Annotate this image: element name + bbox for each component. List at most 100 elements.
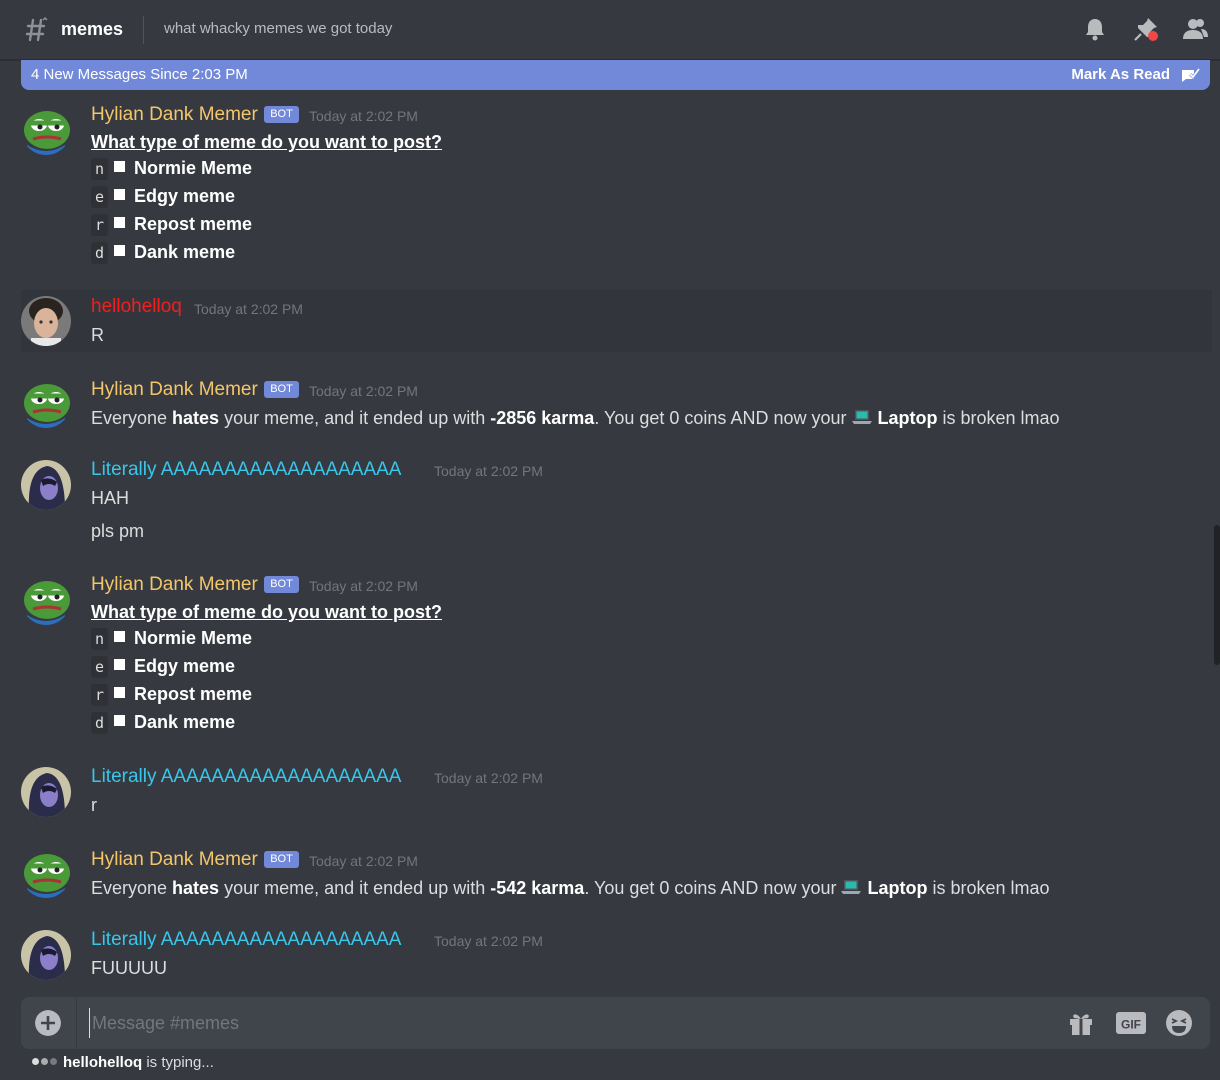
meme-question: What type of meme do you want to post?	[91, 602, 442, 622]
members-icon[interactable]	[1182, 16, 1208, 42]
option-label: Edgy meme	[134, 186, 236, 206]
typing-suffix: is typing...	[142, 1054, 214, 1071]
typing-indicator: hellohelloq is typing...	[32, 1054, 214, 1071]
message-text: Everyone hates your meme, and it ended u…	[91, 878, 1050, 898]
text-channel-icon	[25, 16, 48, 42]
option-item: r Repost meme	[91, 684, 252, 706]
message-text: Everyone hates your meme, and it ended u…	[91, 408, 1060, 428]
option-label: Repost meme	[134, 214, 253, 234]
message-input[interactable]	[89, 1008, 989, 1038]
new-messages-text[interactable]: 4 New Messages Since 2:03 PM	[31, 66, 248, 83]
typing-user: hellohelloq	[63, 1054, 143, 1071]
message-group: Literally AAAAAAAAAAAAAAAAAAA Today at 2…	[0, 922, 1212, 987]
option-label: Normie Meme	[134, 158, 253, 178]
author-name[interactable]: Literally AAAAAAAAAAAAAAAAAAA	[91, 929, 402, 951]
timestamp: Today at 2:02 PM	[309, 853, 418, 869]
gift-icon[interactable]	[1067, 1009, 1095, 1037]
message-group: Hylian Dank Memer BOT Today at 2:02 PM E…	[0, 370, 1212, 440]
typing-dot	[50, 1058, 57, 1065]
author-name[interactable]: Literally AAAAAAAAAAAAAAAAAAA	[91, 459, 402, 481]
avatar[interactable]	[21, 575, 71, 625]
avatar[interactable]	[21, 848, 71, 898]
upload-plus-icon[interactable]	[35, 1010, 61, 1036]
channel-header: memes what whacky memes we got today	[0, 0, 1220, 60]
option-item: r Repost meme	[91, 214, 252, 236]
bot-tag: BOT	[264, 381, 299, 398]
message-text: r	[91, 795, 97, 815]
message-text: pls pm	[91, 521, 145, 541]
option-key: n	[91, 158, 109, 180]
pepe-avatar-icon	[21, 378, 71, 428]
avatar[interactable]	[21, 296, 71, 346]
message-composer: GIF	[21, 997, 1210, 1049]
user-photo-avatar-icon	[21, 296, 71, 346]
message-group: Hylian Dank Memer BOT Today at 2:02 PM W…	[0, 95, 1212, 275]
mark-read-icon[interactable]	[1180, 65, 1200, 85]
typing-dot	[32, 1058, 39, 1065]
gif-label: GIF	[1121, 1018, 1141, 1032]
timestamp: Today at 2:02 PM	[434, 770, 543, 786]
meme-question: What type of meme do you want to post?	[91, 132, 442, 152]
option-key: n	[91, 628, 109, 650]
message-group: hellohelloq Today at 2:02 PM R	[21, 290, 1212, 352]
square-icon	[114, 631, 126, 642]
emoji-icon[interactable]	[1165, 1009, 1193, 1037]
square-icon	[114, 687, 126, 698]
gif-icon[interactable]: GIF	[1115, 1009, 1147, 1037]
avatar[interactable]	[21, 460, 71, 510]
square-icon	[114, 217, 126, 228]
author-name[interactable]: Hylian Dank Memer	[91, 574, 258, 596]
option-item: n Normie Meme	[91, 628, 252, 650]
channel-topic[interactable]: what whacky memes we got today	[164, 20, 392, 37]
message-group: Literally AAAAAAAAAAAAAAAAAAA Today at 2…	[0, 759, 1212, 824]
scrollbar-thumb[interactable]	[1214, 525, 1220, 665]
avatar[interactable]	[21, 378, 71, 428]
timestamp: Today at 2:02 PM	[434, 463, 543, 479]
avatar[interactable]	[21, 105, 71, 155]
laptop-icon	[841, 880, 862, 894]
pin-icon[interactable]	[1133, 16, 1159, 42]
author-name[interactable]: Literally AAAAAAAAAAAAAAAAAAA	[91, 766, 402, 788]
avatar[interactable]	[21, 930, 71, 980]
bot-tag: BOT	[264, 106, 299, 123]
option-label: Repost meme	[134, 684, 253, 704]
laptop-icon	[851, 410, 872, 424]
message-group: Literally AAAAAAAAAAAAAAAAAAA Today at 2…	[0, 452, 1212, 547]
option-item: n Normie Meme	[91, 158, 252, 180]
option-label: Dank meme	[134, 712, 236, 732]
option-key: r	[91, 214, 109, 236]
square-icon	[114, 245, 126, 256]
option-key: d	[91, 242, 109, 264]
message-group: Hylian Dank Memer BOT Today at 2:02 PM E…	[0, 840, 1212, 910]
option-label: Normie Meme	[134, 628, 253, 648]
pepe-avatar-icon	[21, 848, 71, 898]
timestamp: Today at 2:02 PM	[434, 933, 543, 949]
pepe-avatar-icon	[21, 575, 71, 625]
option-item: e Edgy meme	[91, 656, 235, 678]
channel-name: memes	[61, 19, 124, 39]
square-icon	[114, 659, 126, 670]
pepe-avatar-icon	[21, 105, 71, 155]
author-name[interactable]: Hylian Dank Memer	[91, 379, 258, 401]
author-name[interactable]: Hylian Dank Memer	[91, 104, 258, 126]
timestamp: Today at 2:02 PM	[309, 578, 418, 594]
option-item: d Dank meme	[91, 712, 235, 734]
avatar[interactable]	[21, 767, 71, 817]
option-key: r	[91, 684, 109, 706]
hooded-figure-avatar-icon	[21, 767, 71, 817]
bot-tag: BOT	[264, 851, 299, 868]
author-name[interactable]: hellohelloq	[91, 296, 182, 318]
square-icon	[114, 715, 126, 726]
new-messages-bar[interactable]: 4 New Messages Since 2:03 PM Mark As Rea…	[21, 60, 1210, 90]
bell-icon[interactable]	[1082, 16, 1108, 42]
typing-dot	[41, 1058, 48, 1065]
composer-divider	[76, 997, 77, 1049]
timestamp: Today at 2:02 PM	[309, 383, 418, 399]
option-key: e	[91, 186, 109, 208]
mark-as-read-button[interactable]: Mark As Read	[1071, 66, 1170, 83]
author-name[interactable]: Hylian Dank Memer	[91, 849, 258, 871]
message-text: R	[91, 325, 104, 345]
option-item: d Dank meme	[91, 242, 235, 264]
option-key: e	[91, 656, 109, 678]
square-icon	[114, 189, 126, 200]
